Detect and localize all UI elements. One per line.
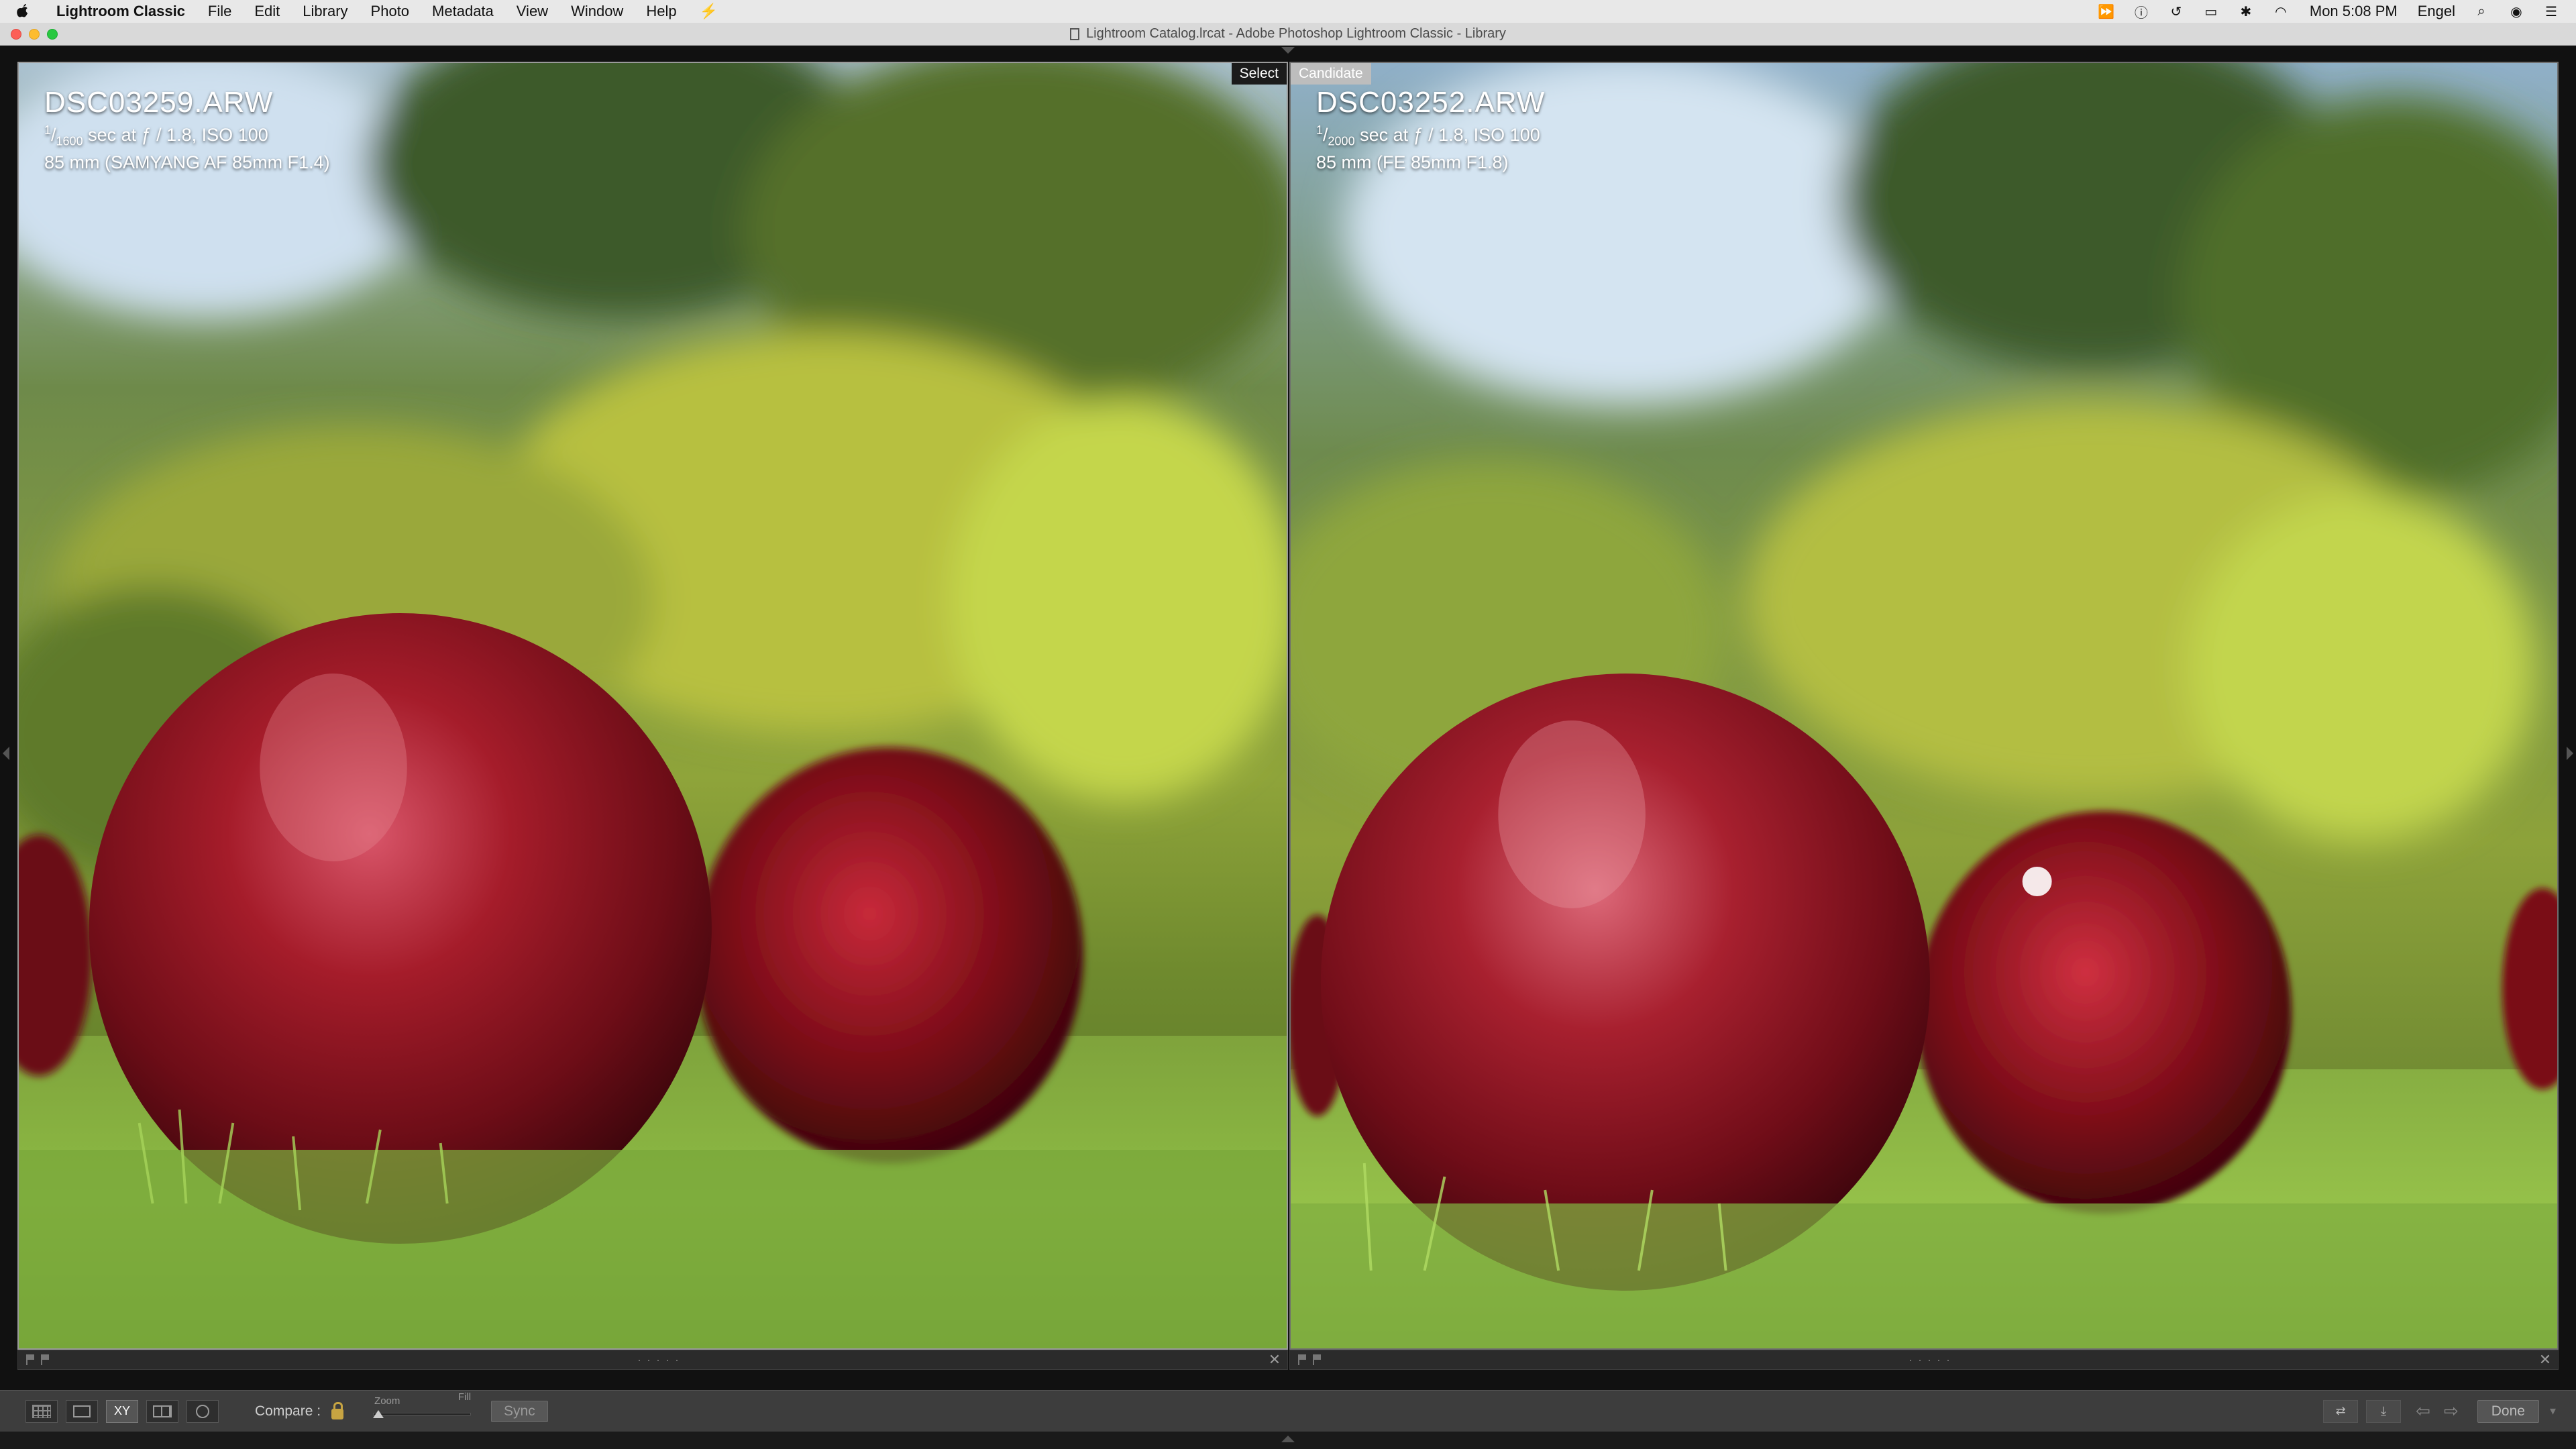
candidate-lens: 85 mm (FE 85mm F1.8) xyxy=(1316,152,1509,173)
bottom-toolbar: XY Compare : Zoom Fill Sync ⇄ ⤓ ⇦ ⇨ Done… xyxy=(0,1390,2576,1432)
sync-button[interactable]: Sync xyxy=(491,1400,548,1422)
select-close-icon[interactable]: ✕ xyxy=(1266,1351,1283,1368)
candidate-rating-dots[interactable]: ····· xyxy=(1909,1353,1955,1367)
pick-flag-icon[interactable] xyxy=(1313,1354,1322,1365)
select-filename: DSC03259.ARW xyxy=(44,86,274,119)
zoom-track[interactable] xyxy=(373,1412,472,1415)
status-menu-area: ⏩ ⓘ ↺ ▭ ✱ ◠ Mon 5:08 PM Engel ⌕ ◉ ☰ xyxy=(2080,3,2560,21)
compare-view-button[interactable]: XY xyxy=(106,1399,138,1423)
grid-view-button[interactable] xyxy=(25,1399,58,1423)
compare-label: Compare : xyxy=(255,1403,321,1419)
survey-icon xyxy=(153,1405,172,1417)
people-icon xyxy=(196,1404,209,1418)
make-select-button[interactable]: ⤓ xyxy=(2366,1399,2402,1423)
unflag-icon[interactable] xyxy=(26,1354,36,1365)
compare-view: Select DSC03259.ARW 1/1600 sec at ƒ / 1.… xyxy=(0,46,2576,1390)
fill-label: Fill xyxy=(458,1391,472,1403)
bluetooth-icon[interactable]: ✱ xyxy=(2237,4,2255,19)
menu-library[interactable]: Library xyxy=(303,3,347,20)
done-button[interactable]: Done xyxy=(2477,1399,2539,1423)
previous-arrow-icon[interactable]: ⇦ xyxy=(2416,1401,2430,1421)
menu-edit[interactable]: Edit xyxy=(254,3,280,20)
loupe-view-button[interactable] xyxy=(66,1399,98,1423)
filmstrip-toggle-icon[interactable] xyxy=(1281,1436,1295,1442)
survey-view-button[interactable] xyxy=(146,1399,178,1423)
candidate-photo-info: DSC03252.ARW 1/2000 sec at ƒ / 1.8, ISO … xyxy=(1316,86,1545,173)
menu-app-name[interactable]: Lightroom Classic xyxy=(56,3,185,20)
notification-center-icon[interactable]: ☰ xyxy=(2542,4,2560,19)
select-lens: 85 mm (SAMYANG AF 85mm F1.4) xyxy=(44,152,330,173)
menu-help[interactable]: Help xyxy=(646,3,676,20)
candidate-close-icon[interactable]: ✕ xyxy=(2536,1351,2554,1368)
pick-flag-icon[interactable] xyxy=(41,1354,50,1365)
candidate-tag: Candidate xyxy=(1291,63,1371,85)
select-exposure: 1/1600 sec at ƒ / 1.8, ISO 100 xyxy=(44,123,268,148)
select-tag: Select xyxy=(1231,63,1287,85)
select-flag-controls xyxy=(26,1354,56,1365)
people-view-button[interactable] xyxy=(186,1399,219,1423)
window-title: Lightroom Catalog.lrcat - Adobe Photosho… xyxy=(1086,26,1506,41)
unflag-icon[interactable] xyxy=(1298,1354,1307,1365)
zoom-slider[interactable]: Zoom Fill xyxy=(370,1391,472,1425)
left-panel-toggle-icon[interactable] xyxy=(3,747,9,760)
window-controls xyxy=(11,29,65,40)
menu-metadata[interactable]: Metadata xyxy=(432,3,494,20)
window-title-bar: Lightroom Catalog.lrcat - Adobe Photosho… xyxy=(0,23,2576,46)
airplay-icon[interactable]: ▭ xyxy=(2202,4,2220,19)
toolbar-content-chevron-icon[interactable]: ▾ xyxy=(2550,1404,2556,1418)
candidate-photo-pane[interactable]: Candidate DSC03252.ARW 1/2000 sec at ƒ /… xyxy=(1289,62,2559,1350)
wifi-icon[interactable]: ◠ xyxy=(2272,4,2290,19)
select-rating-dots[interactable]: ····· xyxy=(637,1353,684,1367)
toolbar-right-controls: ⇄ ⤓ ⇦ ⇨ Done ▾ xyxy=(2323,1399,2556,1423)
menu-file[interactable]: File xyxy=(208,3,231,20)
next-arrow-icon[interactable]: ⇨ xyxy=(2444,1401,2459,1421)
candidate-pane-footer: ····· ✕ xyxy=(1289,1350,2559,1370)
document-icon xyxy=(1070,28,1080,40)
siri-icon[interactable]: ◉ xyxy=(2508,4,2525,19)
top-panel-toggle-icon[interactable] xyxy=(1281,47,1295,54)
menu-user[interactable]: Engel xyxy=(2418,3,2455,20)
macos-menu-bar: Lightroom Classic File Edit Library Phot… xyxy=(0,0,2576,23)
menu-photo[interactable]: Photo xyxy=(371,3,410,20)
zoom-window-button[interactable] xyxy=(47,29,58,40)
candidate-photo xyxy=(1291,63,2557,1348)
grid-icon xyxy=(32,1404,51,1418)
spotlight-search-icon[interactable]: ⌕ xyxy=(2473,4,2490,19)
close-window-button[interactable] xyxy=(11,29,21,40)
select-photo xyxy=(19,63,1287,1348)
loupe-icon xyxy=(73,1405,91,1417)
fast-forward-icon[interactable]: ⏩ xyxy=(2098,4,2115,19)
menu-window[interactable]: Window xyxy=(571,3,623,20)
menu-clock[interactable]: Mon 5:08 PM xyxy=(2310,3,2398,20)
apple-logo-icon[interactable] xyxy=(16,3,31,20)
time-machine-icon[interactable]: ↺ xyxy=(2167,4,2185,19)
select-pane-footer: ····· ✕ xyxy=(17,1350,1288,1370)
right-panel-toggle-icon[interactable] xyxy=(2567,747,2573,760)
select-photo-pane[interactable]: Select DSC03259.ARW 1/1600 sec at ƒ / 1.… xyxy=(17,62,1288,1350)
swap-button[interactable]: ⇄ xyxy=(2323,1399,2359,1423)
minimize-window-button[interactable] xyxy=(29,29,40,40)
select-photo-info: DSC03259.ARW 1/1600 sec at ƒ / 1.8, ISO … xyxy=(44,86,330,173)
zoom-knob[interactable] xyxy=(373,1409,384,1418)
zoom-label: Zoom xyxy=(374,1395,400,1407)
candidate-filename: DSC03252.ARW xyxy=(1316,86,1546,119)
candidate-exposure: 1/2000 sec at ƒ / 1.8, ISO 100 xyxy=(1316,123,1540,148)
candidate-flag-controls xyxy=(1298,1354,1328,1365)
lock-icon[interactable] xyxy=(331,1401,344,1419)
info-circle-icon[interactable]: ⓘ xyxy=(2133,4,2150,21)
lightning-icon[interactable]: ⚡ xyxy=(700,3,718,20)
menu-view[interactable]: View xyxy=(517,3,548,20)
